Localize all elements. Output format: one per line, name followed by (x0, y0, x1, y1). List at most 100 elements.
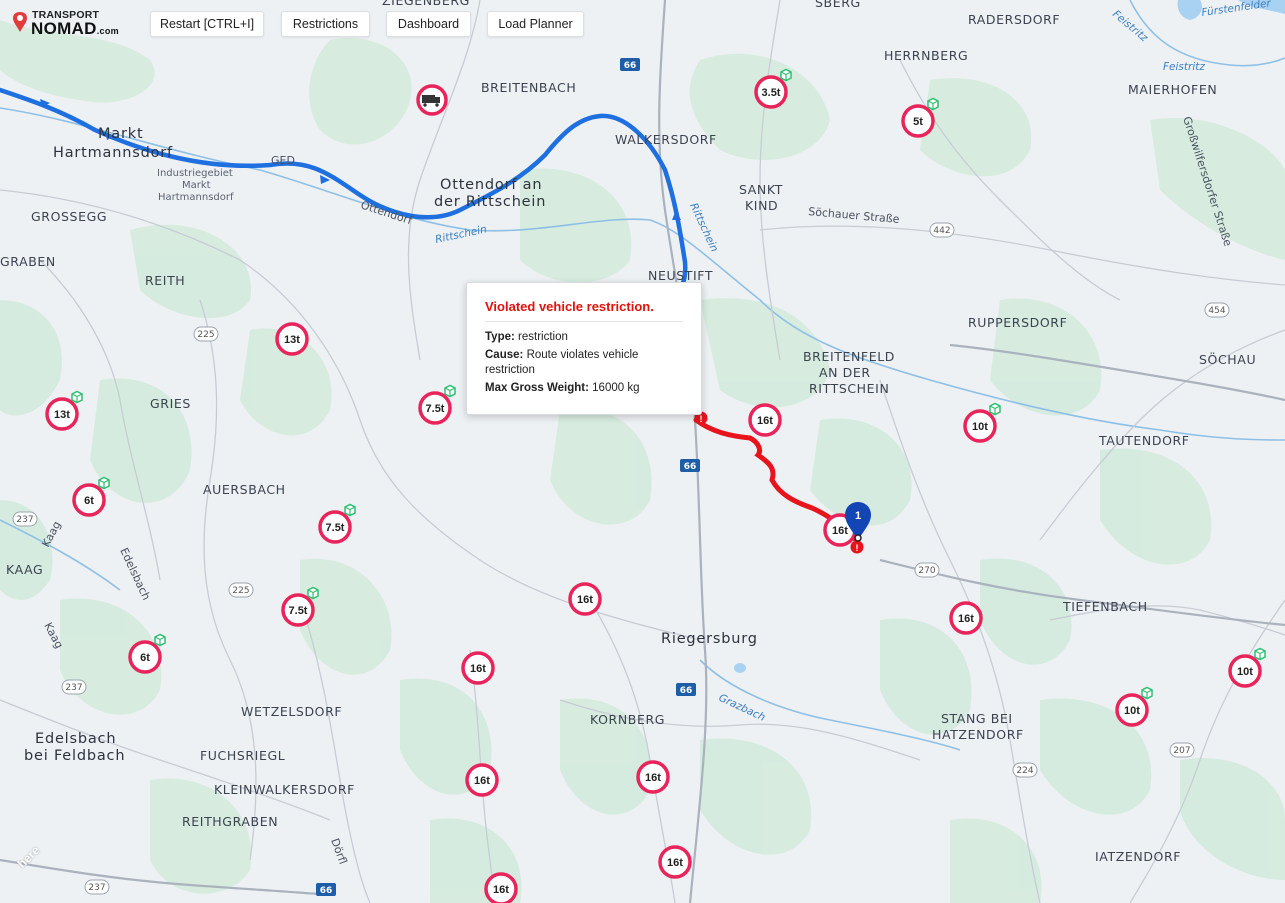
weight-limit-sign-s12[interactable]: 16t (949, 601, 983, 635)
place-stang-1: STANG BEI (941, 711, 1013, 726)
weight-limit-label: 10t (1237, 666, 1253, 678)
shield-66-b: 66 (684, 462, 697, 472)
truck-cube-icon (989, 402, 1001, 416)
place-walkersdorf: WALKERSDORF (615, 132, 717, 147)
place-riegersburg: Riegersburg (661, 631, 758, 647)
no-truck-sign[interactable] (416, 84, 448, 116)
shield-237-b: 237 (65, 683, 82, 693)
svg-text:!: ! (700, 414, 703, 424)
popup-cause-row: Cause: Route violates vehicle restrictio… (485, 349, 639, 376)
place-industrie-1: Industriegebiet (157, 168, 233, 179)
shield-66-d: 66 (320, 886, 333, 896)
place-tautendorf: TAUTENDORF (1098, 433, 1190, 448)
truck-cube-icon (154, 633, 166, 647)
weight-limit-label: 6t (84, 495, 94, 507)
weight-limit-label: 5t (913, 116, 923, 128)
dashboard-button[interactable]: Dashboard (386, 11, 471, 37)
place-breitenbach: BREITENBACH (481, 80, 576, 95)
shield-66-a: 66 (624, 61, 637, 71)
place-kleinwalkersdorf: KLEINWALKERSDORF (214, 782, 355, 797)
marker-number: 1 (855, 510, 861, 522)
place-kornberg: KORNBERG (590, 712, 665, 727)
weight-limit-label: 16t (470, 663, 486, 675)
truck-cube-icon (780, 68, 792, 82)
weight-limit-label: 7.5t (426, 403, 445, 415)
place-ziegenberg: ZIEGENBERG (382, 0, 470, 8)
weight-limit-sign-s5[interactable]: 16t (748, 403, 782, 437)
road-ged: GED (271, 154, 295, 167)
shield-270: 270 (918, 566, 935, 576)
place-neustift: NEUSTIFT (648, 268, 713, 283)
weight-limit-label: 10t (972, 421, 988, 433)
place-industrie-2: Markt (182, 180, 211, 191)
weight-limit-label: 16t (832, 525, 848, 537)
weight-limit-label: 10t (1124, 705, 1140, 717)
place-reithgraben: REITHGRABEN (182, 814, 278, 829)
place-stang-2: HATZENDORF (932, 727, 1024, 742)
place-iatzendorf: IATZENDORF (1095, 849, 1181, 864)
violation-marker-end[interactable]: ! (850, 540, 864, 554)
place-markt: Markt (98, 126, 143, 142)
weight-limit-label: 16t (958, 613, 974, 625)
shield-207: 207 (1173, 746, 1190, 756)
place-kaag: KAAG (6, 562, 43, 577)
violation-popup: Violated vehicle restriction. Type: rest… (466, 282, 702, 415)
place-breitenfeld-3: RITTSCHEIN (809, 381, 889, 396)
weight-limit-label: 3.5t (762, 87, 781, 99)
place-sankt: SANKT (739, 182, 783, 197)
place-maierhofen: MAIERHOFEN (1128, 82, 1217, 97)
weight-limit-label: 16t (645, 772, 661, 784)
place-gries: GRIES (150, 396, 191, 411)
place-grossegg: GROSSEGG (31, 209, 107, 224)
weight-limit-sign-s11[interactable]: 16t (568, 582, 602, 616)
truck-cube-icon (307, 586, 319, 600)
logo-main-text: NOMAD.com (31, 19, 119, 38)
weight-limit-sign-s14[interactable]: 16t (461, 651, 495, 685)
place-ruppersdorf: RUPPERSDORF (968, 315, 1067, 330)
weight-limit-sign-s17[interactable]: 16t (465, 763, 499, 797)
shield-237-c: 237 (88, 883, 105, 893)
weight-limit-sign-s3[interactable]: 13t (275, 322, 309, 356)
shield-454: 454 (1208, 306, 1225, 316)
place-breitenfeld-2: AN DER (819, 365, 871, 380)
load-planner-button[interactable]: Load Planner (487, 11, 584, 37)
weight-limit-label: 16t (474, 775, 490, 787)
place-ottendorf-2: der Rittschein (434, 194, 546, 210)
place-industrie-3: Hartmannsdorf (158, 192, 234, 203)
map-canvas[interactable]: 66 66 66 66 442 454 225 225 237 237 237 … (0, 0, 1285, 903)
restrictions-button[interactable]: Restrictions (281, 11, 370, 37)
place-edelsbach-1: Edelsbach (35, 731, 116, 747)
shield-225-a: 225 (197, 330, 214, 340)
restart-button[interactable]: Restart [CTRL+I] (150, 11, 264, 37)
place-wetzelsdorf: WETZELSDORF (241, 704, 342, 719)
truck-cube-icon (98, 476, 110, 490)
place-breitenfeld-1: BREITENFELD (803, 349, 895, 364)
place-graben: GRABEN (0, 254, 56, 269)
river-feistritz-2: Feistritz (1163, 61, 1205, 73)
weight-limit-label: 16t (577, 594, 593, 606)
place-kind: KIND (745, 198, 778, 213)
weight-limit-label: 7.5t (326, 522, 345, 534)
app-logo[interactable]: TRANSPORT NOMAD.com (12, 9, 122, 39)
weight-limit-label: 6t (140, 652, 150, 664)
shield-224: 224 (1016, 766, 1033, 776)
shield-237-a: 237 (16, 515, 33, 525)
place-sochau: SÖCHAU (1199, 351, 1256, 367)
truck-cube-icon (1141, 686, 1153, 700)
shield-66-c: 66 (680, 686, 693, 696)
weight-limit-label: 16t (757, 415, 773, 427)
truck-cube-icon (344, 503, 356, 517)
logo-pin-icon (13, 12, 27, 32)
place-ottendorf-1: Ottendorf an (440, 177, 542, 193)
place-edelsbach-2: bei Feldbach (24, 748, 125, 764)
place-fuchsriegl: FUCHSRIEGL (200, 748, 285, 763)
popup-type-row: Type: restriction (485, 331, 568, 343)
weight-limit-label: 16t (667, 857, 683, 869)
weight-limit-sign-s18[interactable]: 16t (636, 760, 670, 794)
popup-title: Violated vehicle restriction. (485, 299, 683, 322)
weight-limit-sign-s19[interactable]: 16t (658, 845, 692, 879)
place-herrnberg: HERRNBERG (884, 48, 968, 63)
weight-limit-sign-s20[interactable]: 16t (484, 872, 518, 903)
place-reith: REITH (145, 273, 185, 288)
truck-cube-icon (927, 97, 939, 111)
